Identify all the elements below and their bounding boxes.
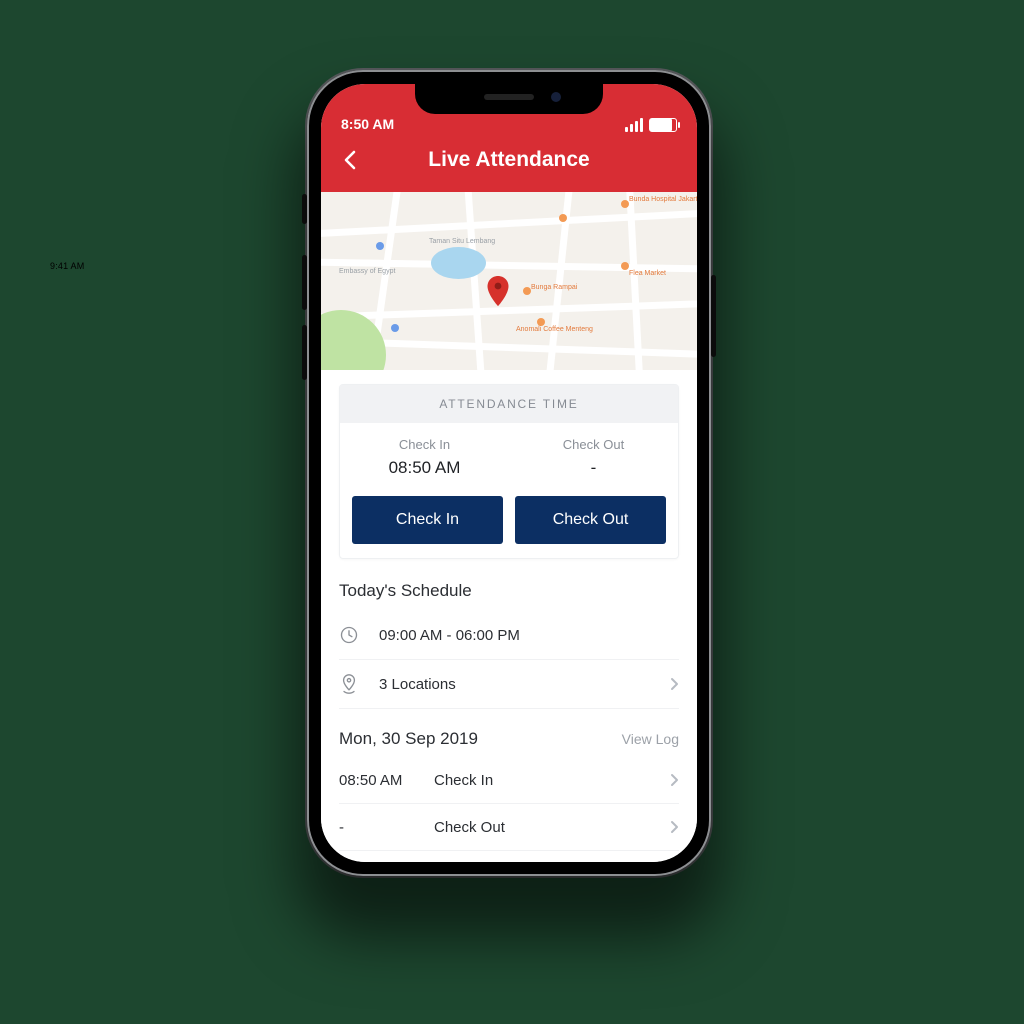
schedule-locations-text: 3 Locations (379, 676, 670, 693)
map-poi-label: Taman Situ Lembang (429, 238, 495, 245)
chevron-right-icon (670, 820, 679, 834)
status-time: 8:50 AM (341, 116, 394, 132)
map-view[interactable]: Bunda Hospital Jakarta Bunga Rampai Anom… (321, 192, 697, 370)
schedule-title: Today's Schedule (339, 581, 679, 601)
screen: 8:50 AM Live Attendance (321, 84, 697, 862)
check-in-value: 08:50 AM (340, 458, 509, 478)
check-out-button[interactable]: Check Out (515, 496, 666, 544)
stray-time-label: 9:41 AM (50, 261, 84, 271)
mute-switch (302, 194, 307, 224)
volume-down-button (302, 325, 307, 380)
page-title: Live Attendance (428, 148, 589, 172)
back-button[interactable] (335, 146, 363, 174)
map-poi-label: Bunda Hospital Jakarta (629, 196, 697, 203)
power-button (711, 275, 716, 357)
log-entry-row[interactable]: - Check Out (339, 804, 679, 851)
log-entry-action: Check Out (434, 819, 670, 836)
map-poi-label: Bunga Rampai (531, 284, 577, 291)
map-poi-label: Flea Market (629, 270, 666, 277)
attendance-card: ATTENDANCE TIME Check In 08:50 AM Check … (339, 384, 679, 559)
nav-bar: Live Attendance (321, 132, 697, 188)
attendance-card-header: ATTENDANCE TIME (340, 385, 678, 423)
check-in-display: Check In 08:50 AM (340, 437, 509, 478)
chevron-left-icon (343, 150, 356, 170)
map-poi-label: Embassy of Egypt (339, 268, 395, 275)
content-area: ATTENDANCE TIME Check In 08:50 AM Check … (321, 370, 697, 862)
check-in-button[interactable]: Check In (352, 496, 503, 544)
chevron-right-icon (670, 773, 679, 787)
volume-up-button (302, 255, 307, 310)
schedule-locations-row[interactable]: 3 Locations (339, 660, 679, 709)
clock-icon (339, 625, 379, 645)
check-out-label: Check Out (509, 437, 678, 452)
notch (415, 84, 603, 114)
location-icon (339, 673, 379, 695)
battery-icon (649, 118, 677, 132)
log-entry-time: 08:50 AM (339, 772, 434, 789)
phone-frame: 8:50 AM Live Attendance (307, 70, 711, 876)
check-out-value: - (509, 458, 678, 478)
log-entry-time: - (339, 819, 434, 836)
map-pin-icon (487, 276, 509, 306)
check-in-label: Check In (340, 437, 509, 452)
view-log-button[interactable]: View Log (622, 731, 679, 747)
log-date: Mon, 30 Sep 2019 (339, 729, 478, 749)
log-entry-action: Check In (434, 772, 670, 789)
map-poi-label: Anomali Coffee Menteng (516, 326, 593, 333)
schedule-hours-row: 09:00 AM - 06:00 PM (339, 611, 679, 660)
signal-icon (625, 118, 643, 132)
check-out-display: Check Out - (509, 437, 678, 478)
chevron-right-icon (670, 677, 679, 691)
schedule-hours-text: 09:00 AM - 06:00 PM (379, 627, 679, 644)
log-entry-row[interactable]: 08:50 AM Check In (339, 757, 679, 804)
